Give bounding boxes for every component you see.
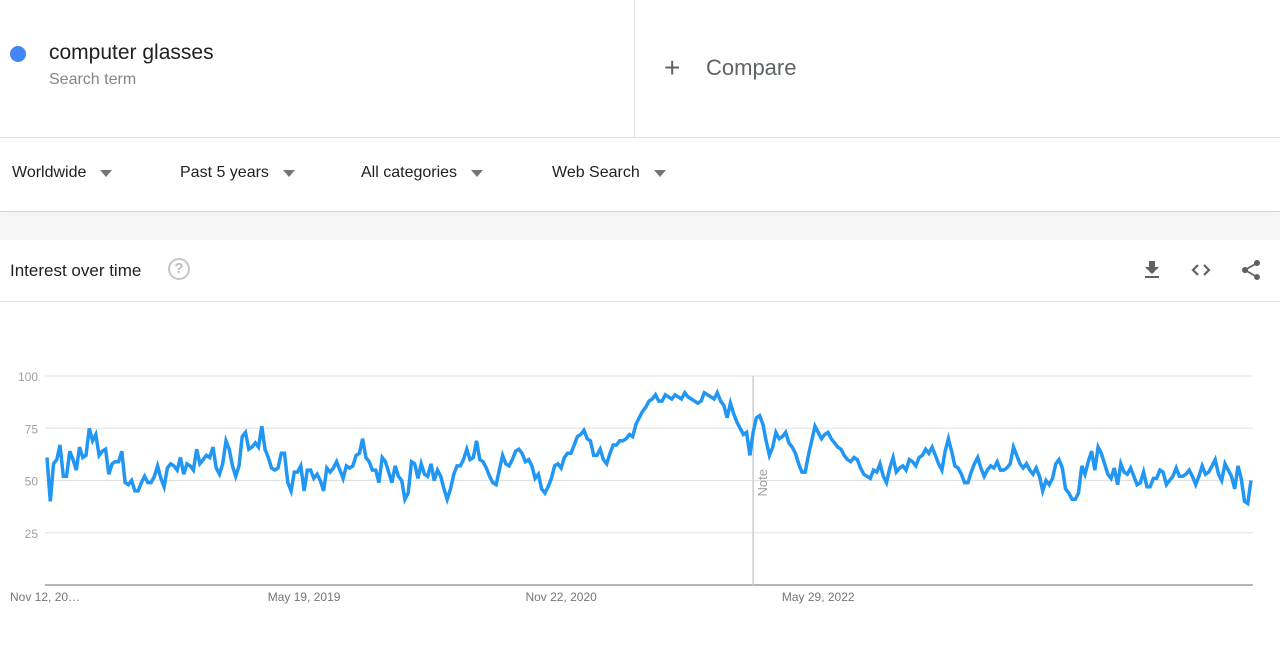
grid [45,375,1253,586]
x-tick-label: May 19, 2019 [268,590,341,604]
search-term-name[interactable]: computer glasses [49,41,214,65]
note-annotation[interactable]: Note [752,376,770,585]
y-tick-label: 75 [25,422,39,436]
filter-region[interactable]: Worldwide [12,164,113,182]
series-color-dot [10,46,26,62]
x-tick-label: Nov 12, 20… [10,590,80,604]
caret-down-icon [282,169,295,177]
card-header: Interest over time ? [0,240,1280,302]
y-tick-label: 50 [25,475,39,489]
embed-code-icon[interactable] [1189,258,1213,282]
filter-time-range[interactable]: Past 5 years [180,164,295,182]
filter-search-type-label: Web Search [552,164,640,181]
x-axis-ticks: Nov 12, 20… May 19, 2019 Nov 22, 2020 May 2… [10,590,855,604]
compare-label: Compare [706,55,797,80]
search-term-type: Search term [49,71,137,88]
y-tick-label: 100 [18,370,38,384]
search-term-card[interactable]: computer glasses Search term [0,0,635,138]
filter-category[interactable]: All categories [361,164,484,182]
interest-over-time-card: Interest over time ? 25 50 75 100 Nov 12, 2… [0,240,1280,663]
x-tick-label: Nov 22, 2020 [525,590,597,604]
caret-down-icon [653,169,666,177]
filter-region-label: Worldwide [12,164,87,181]
download-icon[interactable] [1140,258,1164,282]
filter-time-range-label: Past 5 years [180,164,269,181]
compare-button[interactable]: + Compare [664,52,796,84]
filter-category-label: All categories [361,164,458,181]
card-title: Interest over time [10,261,142,280]
y-tick-label: 25 [25,527,39,541]
y-axis-ticks: 25 50 75 100 [18,370,38,541]
plus-icon: + [664,52,681,83]
search-terms-bar: computer glasses Search term + Compare [0,0,1280,138]
x-tick-label: May 29, 2022 [782,590,855,604]
filter-search-type[interactable]: Web Search [552,164,666,182]
interest-chart[interactable]: 25 50 75 100 Nov 12, 20… May 19, 2019 Nov 22,… [0,302,1280,663]
section-gap [0,212,1280,240]
note-label: Note [755,469,770,496]
filter-bar: Worldwide Past 5 years All categories We… [0,138,1280,211]
caret-down-icon [471,169,484,177]
series-layer [45,388,1253,507]
caret-down-icon [100,169,113,177]
help-icon[interactable]: ? [168,258,190,280]
series-line-computer-glasses [45,388,1253,507]
share-icon[interactable] [1239,258,1263,282]
